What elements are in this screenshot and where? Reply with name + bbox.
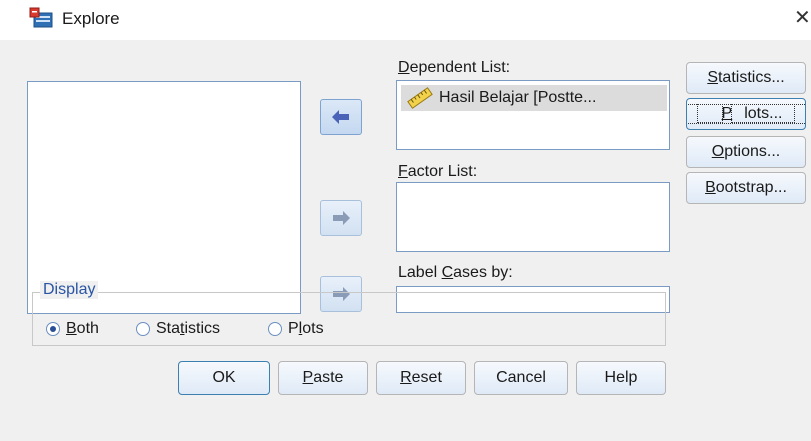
radio-statistics-label: Statistics bbox=[156, 320, 221, 337]
statistics-button[interactable]: Statistics... bbox=[686, 62, 806, 94]
factor-list[interactable] bbox=[396, 182, 670, 252]
dependent-list[interactable]: Hasil Belajar [Postte... bbox=[396, 80, 670, 150]
radio-statistics[interactable]: Statistics bbox=[136, 320, 220, 338]
radio-button[interactable] bbox=[268, 322, 282, 336]
radio-button-checked[interactable] bbox=[46, 322, 60, 336]
dependent-item-label: Hasil Belajar [Postte... bbox=[439, 89, 597, 106]
ruler-scale-icon bbox=[407, 87, 433, 109]
dependent-list-item[interactable]: Hasil Belajar [Postte... bbox=[401, 85, 667, 111]
ok-button[interactable]: OK bbox=[178, 361, 270, 395]
paste-button[interactable]: Paste bbox=[278, 361, 368, 395]
arrow-left-icon bbox=[332, 110, 349, 124]
move-dependent-button[interactable] bbox=[320, 99, 362, 135]
radio-both[interactable]: Both bbox=[46, 320, 99, 338]
help-button[interactable]: Help bbox=[576, 361, 666, 395]
display-group bbox=[32, 292, 666, 346]
reset-button[interactable]: Reset bbox=[376, 361, 466, 395]
radio-plots[interactable]: Plots bbox=[268, 320, 324, 338]
display-group-title: Display bbox=[40, 281, 99, 299]
source-variable-list[interactable] bbox=[27, 81, 301, 314]
label-cases-label: Label Cases by: bbox=[398, 264, 513, 281]
options-button[interactable]: Options... bbox=[686, 136, 806, 168]
explore-app-icon bbox=[29, 7, 53, 28]
cancel-button[interactable]: Cancel bbox=[474, 361, 568, 395]
window-title: Explore bbox=[62, 9, 120, 28]
radio-plots-label: Plots bbox=[288, 320, 324, 337]
arrow-right-icon bbox=[333, 211, 350, 225]
title-bar: Explore ✕ bbox=[0, 0, 811, 40]
radio-button[interactable] bbox=[136, 322, 150, 336]
close-icon[interactable]: ✕ bbox=[794, 5, 811, 29]
bootstrap-button[interactable]: Bootstrap... bbox=[686, 172, 806, 204]
factor-list-label: Factor List: bbox=[398, 163, 478, 180]
plots-button[interactable]: Plots... bbox=[686, 98, 806, 130]
radio-both-label: Both bbox=[66, 320, 99, 337]
dependent-list-label: Dependent List: bbox=[398, 59, 511, 76]
move-factor-button[interactable] bbox=[320, 200, 362, 236]
